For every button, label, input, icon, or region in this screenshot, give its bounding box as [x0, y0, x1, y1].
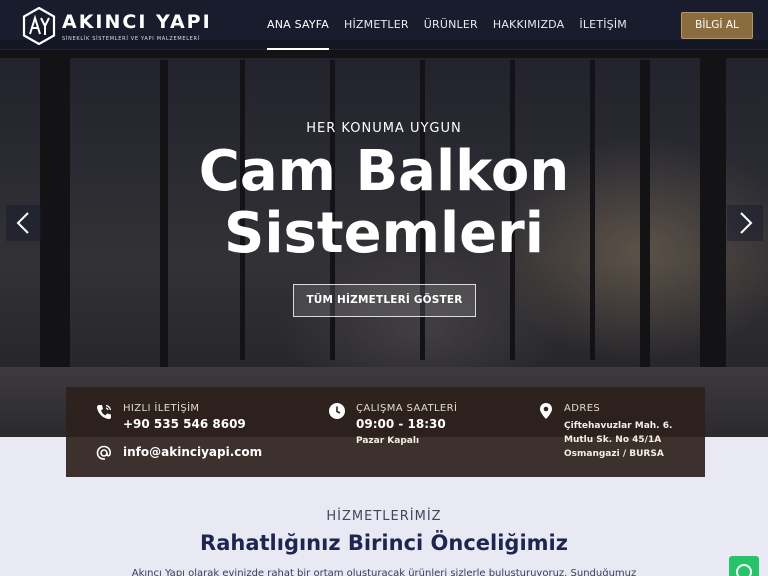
hero-title-line: Sistemleri	[224, 201, 544, 266]
address-text: Çiftehavuzlar Mah. 6. Mutlu Sk. No 45/1A…	[564, 419, 672, 461]
address-line: Çiftehavuzlar Mah. 6.	[564, 421, 673, 431]
info-bar: HIZLI İLETİŞİM +90 535 546 8609 info@aki…	[66, 387, 705, 477]
brand-name: AKINCI YAPI	[62, 10, 212, 33]
services-text: Akıncı Yapı olarak evinizde rahat bir or…	[131, 568, 637, 576]
show-all-services-button[interactable]: TÜM HİZMETLERİ GÖSTER	[293, 284, 476, 317]
get-info-button[interactable]: BİLGİ AL	[681, 12, 753, 39]
hours-block: ÇALIŞMA SAATLERİ 09:00 - 18:30 Pazar Kap…	[356, 403, 457, 448]
nav-item-about[interactable]: HAKKIMIZDA	[493, 0, 565, 50]
email-block: info@akinciyapi.com	[123, 445, 262, 459]
hero-title: Cam Balkon Sistemleri	[0, 141, 768, 265]
hours-time: 09:00 - 18:30	[356, 417, 446, 431]
slider-next-button[interactable]	[727, 205, 763, 241]
whatsapp-icon	[736, 564, 752, 576]
hours-note: Pazar Kapalı	[356, 436, 420, 446]
chevron-left-icon	[16, 212, 29, 234]
site-header: AKINCI YAPI SİNEKLİK SİSTEMLERİ VE YAPI …	[0, 0, 768, 50]
contact-label: HIZLI İLETİŞİM	[123, 403, 200, 414]
services-title: Rahatlığınız Birinci Önceliğimiz	[200, 531, 568, 555]
hours-label: ÇALIŞMA SAATLERİ	[356, 403, 458, 414]
nav-item-home[interactable]: ANA SAYFA	[267, 0, 329, 50]
hero-title-line: Cam Balkon	[198, 139, 570, 204]
logo-mark-icon	[22, 7, 56, 45]
phone-number[interactable]: +90 535 546 8609	[123, 417, 246, 431]
address-block: ADRES Çiftehavuzlar Mah. 6. Mutlu Sk. No…	[564, 403, 672, 461]
phone-icon	[95, 403, 113, 421]
address-line: Osmangazi / BURSA	[564, 449, 664, 459]
at-sign-icon	[95, 444, 113, 462]
main-nav: ANA SAYFA HİZMETLER ÜRÜNLER HAKKIMIZDA İ…	[267, 0, 642, 50]
logo[interactable]: AKINCI YAPI SİNEKLİK SİSTEMLERİ VE YAPI …	[22, 7, 212, 45]
slider-prev-button[interactable]	[6, 205, 42, 241]
hero-subtitle: HER KONUMA UYGUN	[306, 121, 462, 136]
nav-item-contact[interactable]: İLETİŞİM	[579, 0, 627, 50]
nav-item-services[interactable]: HİZMETLER	[344, 0, 409, 50]
chevron-right-icon	[740, 212, 753, 234]
address-label: ADRES	[564, 403, 601, 414]
whatsapp-button[interactable]	[729, 556, 759, 576]
email-address[interactable]: info@akinciyapi.com	[123, 445, 262, 459]
address-line: Mutlu Sk. No 45/1A	[564, 435, 662, 445]
clock-icon	[328, 402, 346, 420]
brand-tagline: SİNEKLİK SİSTEMLERİ VE YAPI MALZEMELERİ	[62, 35, 200, 42]
contact-block: HIZLI İLETİŞİM +90 535 546 8609	[123, 403, 246, 431]
hero-slider: HER KONUMA UYGUN Cam Balkon Sistemleri T…	[0, 0, 768, 437]
location-pin-icon	[537, 402, 555, 420]
nav-item-products[interactable]: ÜRÜNLER	[424, 0, 478, 50]
services-kicker: HİZMETLERİMİZ	[326, 509, 442, 524]
